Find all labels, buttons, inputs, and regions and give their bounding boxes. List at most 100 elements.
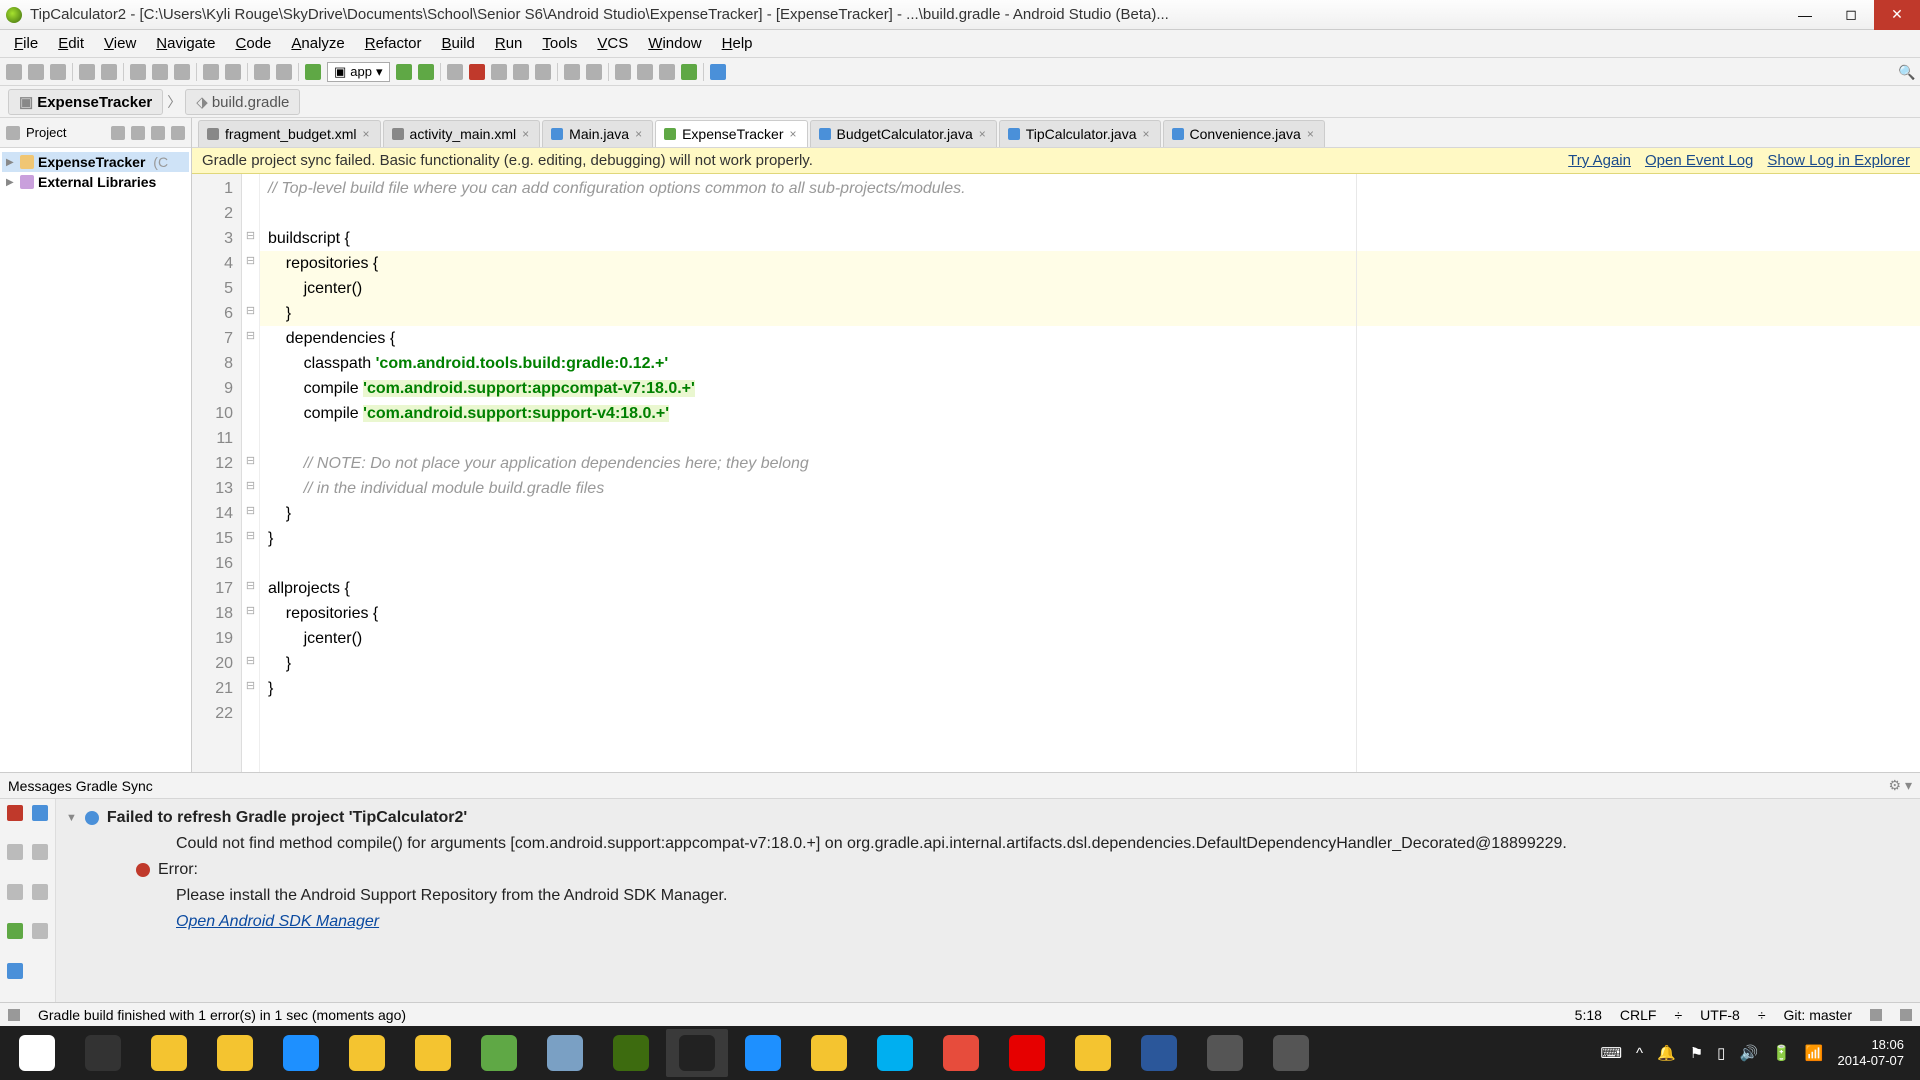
vcs-update-icon[interactable] (564, 64, 580, 80)
menu-file[interactable]: File (4, 31, 48, 56)
tab-fragment_budget-xml[interactable]: fragment_budget.xml× (198, 120, 381, 147)
keyboard-icon[interactable]: ⌨ (1600, 1044, 1622, 1062)
banner-link-open-event-log[interactable]: Open Event Log (1645, 152, 1753, 169)
menu-vcs[interactable]: VCS (587, 31, 638, 56)
breadcrumb-root[interactable]: ▣ExpenseTracker (8, 89, 163, 115)
search-everywhere-icon[interactable]: 🔍 (1898, 64, 1914, 80)
taskbar-app-0[interactable] (72, 1029, 134, 1077)
taskbar-app-15[interactable] (1062, 1029, 1124, 1077)
expand-icon[interactable] (32, 844, 48, 860)
ddms-icon[interactable] (535, 64, 551, 80)
close-icon[interactable]: × (1307, 127, 1314, 141)
menu-code[interactable]: Code (226, 31, 282, 56)
taskbar-app-12[interactable] (864, 1029, 926, 1077)
tree-item-expensetracker[interactable]: ▶ExpenseTracker (C (2, 152, 189, 172)
autoscroll-icon[interactable] (32, 923, 48, 939)
cut-icon[interactable] (130, 64, 146, 80)
help-icon[interactable] (710, 64, 726, 80)
battery-icon[interactable]: 🔋 (1772, 1044, 1791, 1062)
taskbar-app-10[interactable] (732, 1029, 794, 1077)
stop-icon[interactable] (469, 64, 485, 80)
volume-icon[interactable]: 🔊 (1739, 1044, 1758, 1062)
menu-run[interactable]: Run (485, 31, 533, 56)
taskbar-app-1[interactable] (138, 1029, 200, 1077)
code-content[interactable]: // Top-level build file where you can ad… (260, 174, 1920, 772)
banner-link-show-log-in-explorer[interactable]: Show Log in Explorer (1767, 152, 1910, 169)
taskbar-app-8[interactable] (600, 1029, 662, 1077)
menu-window[interactable]: Window (638, 31, 711, 56)
notification-icon[interactable]: 🔔 (1657, 1044, 1676, 1062)
fold-column[interactable]: ⊟⊟ ⊟⊟ ⊟⊟⊟⊟ ⊟⊟ ⊟⊟ (242, 174, 260, 772)
taskbar-app-5[interactable] (402, 1029, 464, 1077)
sdk-manager-icon[interactable] (659, 64, 675, 80)
tab-budgetcalculator-java[interactable]: BudgetCalculator.java× (810, 120, 997, 147)
breadcrumb-file[interactable]: ⬗build.gradle (185, 89, 300, 115)
sync-icon[interactable] (50, 64, 66, 80)
close-icon[interactable]: × (790, 127, 797, 141)
system-tray[interactable]: ⌨ ^ 🔔 ⚑ ▯ 🔊 🔋 📶 18:06 2014-07-07 (1600, 1037, 1914, 1069)
menu-navigate[interactable]: Navigate (146, 31, 225, 56)
encoding[interactable]: UTF-8 (1700, 1007, 1740, 1023)
git-branch[interactable]: Git: master (1784, 1007, 1852, 1023)
make-icon[interactable] (305, 64, 321, 80)
up-icon[interactable] (7, 844, 23, 860)
msg-help-icon[interactable] (7, 963, 23, 979)
banner-link-try-again[interactable]: Try Again (1568, 152, 1631, 169)
close-icon[interactable]: × (363, 127, 370, 141)
sidebar-settings-icon[interactable] (111, 126, 125, 140)
filter-icon[interactable] (32, 805, 48, 821)
menu-tools[interactable]: Tools (532, 31, 587, 56)
inspector-icon[interactable] (1900, 1009, 1912, 1021)
forward-icon[interactable] (276, 64, 292, 80)
tab-tipcalculator-java[interactable]: TipCalculator.java× (999, 120, 1161, 147)
menu-view[interactable]: View (94, 31, 146, 56)
back-icon[interactable] (254, 64, 270, 80)
flag-icon[interactable]: ⚑ (1690, 1044, 1703, 1062)
taskbar-app-18[interactable] (1260, 1029, 1322, 1077)
menu-help[interactable]: Help (712, 31, 763, 56)
export-icon[interactable] (7, 923, 23, 939)
line-separator[interactable]: CRLF (1620, 1007, 1657, 1023)
copy-icon[interactable] (152, 64, 168, 80)
tab-activity_main-xml[interactable]: activity_main.xml× (383, 120, 541, 147)
tab-expensetracker[interactable]: ExpenseTracker× (655, 120, 807, 147)
replace-icon[interactable] (225, 64, 241, 80)
project-tree[interactable]: ▶ExpenseTracker (C▶External Libraries (0, 148, 191, 772)
close-icon[interactable]: × (1143, 127, 1150, 141)
project-view-icon[interactable] (6, 126, 20, 140)
menu-refactor[interactable]: Refactor (355, 31, 432, 56)
close-msg-icon[interactable] (7, 805, 23, 821)
sdk-icon[interactable] (513, 64, 529, 80)
menu-edit[interactable]: Edit (48, 31, 94, 56)
messages-tab-label[interactable]: Messages Gradle Sync (8, 778, 153, 794)
power-icon[interactable]: ▯ (1717, 1044, 1725, 1062)
taskbar-app-7[interactable] (534, 1029, 596, 1077)
save-icon[interactable] (28, 64, 44, 80)
menu-analyze[interactable]: Analyze (281, 31, 354, 56)
status-icon[interactable] (8, 1009, 20, 1021)
close-icon[interactable]: × (522, 127, 529, 141)
clock[interactable]: 18:06 2014-07-07 (1838, 1037, 1905, 1069)
taskbar-app-16[interactable] (1128, 1029, 1190, 1077)
structure-icon[interactable] (615, 64, 631, 80)
vcs-commit-icon[interactable] (586, 64, 602, 80)
close-icon[interactable]: × (635, 127, 642, 141)
open-icon[interactable] (6, 64, 22, 80)
attach-icon[interactable] (447, 64, 463, 80)
android-icon[interactable] (681, 64, 697, 80)
undo-icon[interactable] (79, 64, 95, 80)
open-sdk-manager-link[interactable]: Open Android SDK Manager (176, 913, 379, 930)
maximize-button[interactable]: ◻ (1828, 0, 1874, 30)
close-button[interactable]: ✕ (1874, 0, 1920, 30)
close-icon[interactable]: × (979, 127, 986, 141)
start-button[interactable] (6, 1029, 68, 1077)
taskbar-app-14[interactable] (996, 1029, 1058, 1077)
paste-icon[interactable] (174, 64, 190, 80)
caret-position[interactable]: 5:18 (1575, 1007, 1602, 1023)
taskbar-app-3[interactable] (270, 1029, 332, 1077)
taskbar-app-9[interactable] (666, 1029, 728, 1077)
tree-item-external-libraries[interactable]: ▶External Libraries (2, 172, 189, 192)
messages-settings-icon[interactable]: ⚙ ▾ (1889, 777, 1912, 794)
down-icon[interactable] (7, 884, 23, 900)
network-icon[interactable]: 📶 (1805, 1044, 1824, 1062)
